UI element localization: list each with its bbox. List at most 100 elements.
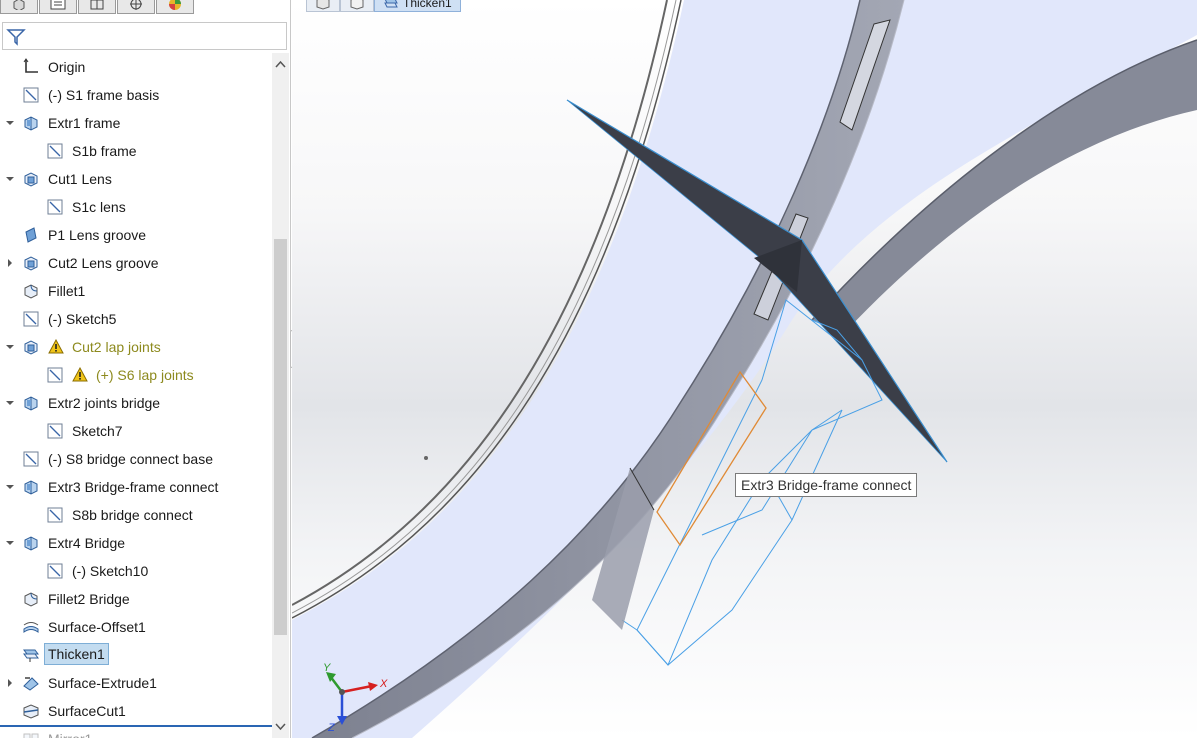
tree-item-cut2-lens-groove[interactable]: Cut2 Lens groove bbox=[0, 249, 272, 277]
fillet-icon bbox=[24, 284, 38, 299]
tree-item-label: Extr4 Bridge bbox=[48, 535, 126, 551]
chevron-up-icon bbox=[275, 60, 286, 68]
collapse-arrow-icon[interactable] bbox=[5, 538, 15, 548]
display-manager-tab[interactable] bbox=[156, 0, 194, 14]
extrude-icon bbox=[24, 116, 38, 131]
tree-item-s1b-frame[interactable]: S1b frame bbox=[0, 137, 272, 165]
tree-item-fillet2-bridge[interactable]: Fillet2 Bridge bbox=[0, 585, 272, 613]
sketch-icon bbox=[47, 143, 63, 159]
tree-item-extr2-joints-bridge[interactable]: Extr2 joints bridge bbox=[0, 389, 272, 417]
graphics-viewport[interactable]: Thicken1 Extr3 Bridge-frame connect X Y … bbox=[292, 0, 1197, 738]
tree-item-s8-bridge-connect-base[interactable]: (-) S8 bridge connect base bbox=[0, 445, 272, 473]
tree-item-label: Surface-Extrude1 bbox=[48, 675, 157, 691]
tree-item-label: (+) S6 lap joints bbox=[96, 367, 194, 383]
extrude-icon bbox=[24, 396, 38, 411]
coordinate-triad: X Y Z bbox=[314, 658, 394, 738]
feature-manager-panel: Origin (-) S1 frame basis Extr1 frame S1b f… bbox=[0, 0, 291, 738]
configuration-manager-tab[interactable] bbox=[78, 0, 116, 14]
feature-tree: Origin (-) S1 frame basis Extr1 frame S1b f… bbox=[0, 53, 272, 738]
tree-scrollbar[interactable] bbox=[272, 53, 289, 738]
tree-item-sketch10[interactable]: (-) Sketch10 bbox=[0, 557, 272, 585]
breadcrumb: Thicken1 bbox=[306, 0, 461, 12]
warning-icon bbox=[48, 339, 64, 354]
tree-item-origin[interactable]: Origin bbox=[0, 53, 272, 81]
tree-item-extr1-frame[interactable]: Extr1 frame bbox=[0, 109, 272, 137]
feature-tooltip: Extr3 Bridge-frame connect bbox=[735, 473, 918, 497]
property-manager-tab[interactable] bbox=[39, 0, 77, 14]
expand-arrow-icon[interactable] bbox=[5, 258, 15, 268]
property-manager-icon bbox=[50, 0, 66, 10]
collapse-arrow-icon[interactable] bbox=[5, 174, 15, 184]
tree-item-label: S1b frame bbox=[72, 143, 137, 159]
tree-item-label: Cut2 Lens groove bbox=[48, 255, 159, 271]
tree-item-label: (-) S1 frame basis bbox=[48, 87, 160, 103]
scroll-up-button[interactable] bbox=[272, 53, 289, 75]
tree-item-s1c-lens[interactable]: S1c lens bbox=[0, 193, 272, 221]
sketch-icon bbox=[47, 423, 63, 439]
triad-x-label: X bbox=[380, 678, 388, 690]
sketch-icon bbox=[23, 311, 39, 327]
scroll-thumb[interactable] bbox=[274, 239, 287, 635]
tree-item-s6-lap-joints[interactable]: (+) S6 lap joints bbox=[0, 361, 272, 389]
chevron-down-icon bbox=[275, 723, 286, 731]
tree-item-extr4-bridge[interactable]: Extr4 Bridge bbox=[0, 529, 272, 557]
model-scene[interactable] bbox=[292, 0, 1197, 738]
rollback-bar[interactable] bbox=[0, 725, 272, 727]
tree-item-surface-extrude1[interactable]: Surface-Extrude1 bbox=[0, 669, 272, 697]
sketch-icon bbox=[47, 367, 63, 383]
thicken-icon bbox=[23, 649, 39, 662]
manager-tab-strip bbox=[0, 0, 290, 16]
tree-item-cut1-lens[interactable]: Cut1 Lens bbox=[0, 165, 272, 193]
tree-item-label: Extr1 frame bbox=[48, 115, 121, 131]
feature-tree-filter[interactable] bbox=[2, 22, 287, 50]
filter-icon bbox=[6, 29, 26, 46]
tree-item-s1-frame-basis[interactable]: (-) S1 frame basis bbox=[0, 81, 272, 109]
tree-item-label: SurfaceCut1 bbox=[48, 703, 126, 719]
origin-icon bbox=[23, 58, 38, 73]
tree-item-extr3-bridge-frame-connect[interactable]: Extr3 Bridge-frame connect bbox=[0, 473, 272, 501]
breadcrumb-part[interactable] bbox=[306, 0, 340, 12]
dimxpert-icon bbox=[130, 0, 142, 10]
display-manager-icon bbox=[169, 0, 181, 10]
tree-item-s8b-bridge-connect[interactable]: S8b bridge connect bbox=[0, 501, 272, 529]
feature-manager-icon bbox=[13, 0, 25, 10]
triad-z-label: Z bbox=[328, 722, 335, 734]
configuration-manager-icon bbox=[90, 0, 104, 10]
cut-extrude-icon bbox=[24, 340, 38, 355]
tree-item-label: Thicken1 bbox=[44, 643, 109, 665]
tree-item-surface-offset1[interactable]: Surface-Offset1 bbox=[0, 613, 272, 641]
tree-item-label: (-) Sketch10 bbox=[72, 563, 149, 579]
tree-item-label: S1c lens bbox=[72, 199, 126, 215]
tree-item-sketch7[interactable]: Sketch7 bbox=[0, 417, 272, 445]
tree-item-label: (-) Sketch5 bbox=[48, 311, 117, 327]
sketch-icon bbox=[23, 451, 39, 467]
tree-item-p1-lens-groove[interactable]: P1 Lens groove bbox=[0, 221, 272, 249]
tree-item-cut2-lap-joints[interactable]: Cut2 lap joints bbox=[0, 333, 272, 361]
breadcrumb-body[interactable] bbox=[340, 0, 374, 12]
feature-manager-tab[interactable] bbox=[0, 0, 38, 14]
cut-extrude-icon bbox=[24, 172, 38, 187]
surface-offset-icon bbox=[23, 622, 39, 633]
body-icon bbox=[350, 0, 364, 10]
sketch-icon bbox=[47, 507, 63, 523]
collapse-arrow-icon[interactable] bbox=[5, 398, 15, 408]
breadcrumb-thicken[interactable]: Thicken1 bbox=[374, 0, 461, 12]
collapse-arrow-icon[interactable] bbox=[5, 342, 15, 352]
tree-item-label: Extr3 Bridge-frame connect bbox=[48, 479, 219, 495]
tree-item-label: Surface-Offset1 bbox=[48, 619, 146, 635]
collapse-arrow-icon[interactable] bbox=[5, 482, 15, 492]
triad-y-label: Y bbox=[323, 662, 331, 674]
dimxpert-tab[interactable] bbox=[117, 0, 155, 14]
scroll-down-button[interactable] bbox=[272, 716, 289, 738]
tree-item-surfacecut1[interactable]: SurfaceCut1 bbox=[0, 697, 272, 725]
surface-extrude-icon bbox=[23, 677, 39, 691]
tree-item-sketch5[interactable]: (-) Sketch5 bbox=[0, 305, 272, 333]
tree-item-label: Cut2 lap joints bbox=[72, 339, 161, 355]
tree-item-label: Sketch7 bbox=[72, 423, 123, 439]
tree-item-fillet1[interactable]: Fillet1 bbox=[0, 277, 272, 305]
sketch-icon bbox=[47, 563, 63, 579]
tree-item-label: S8b bridge connect bbox=[72, 507, 193, 523]
collapse-arrow-icon[interactable] bbox=[5, 118, 15, 128]
tree-item-thicken1[interactable]: Thicken1 bbox=[0, 641, 272, 669]
expand-arrow-icon[interactable] bbox=[5, 678, 15, 688]
